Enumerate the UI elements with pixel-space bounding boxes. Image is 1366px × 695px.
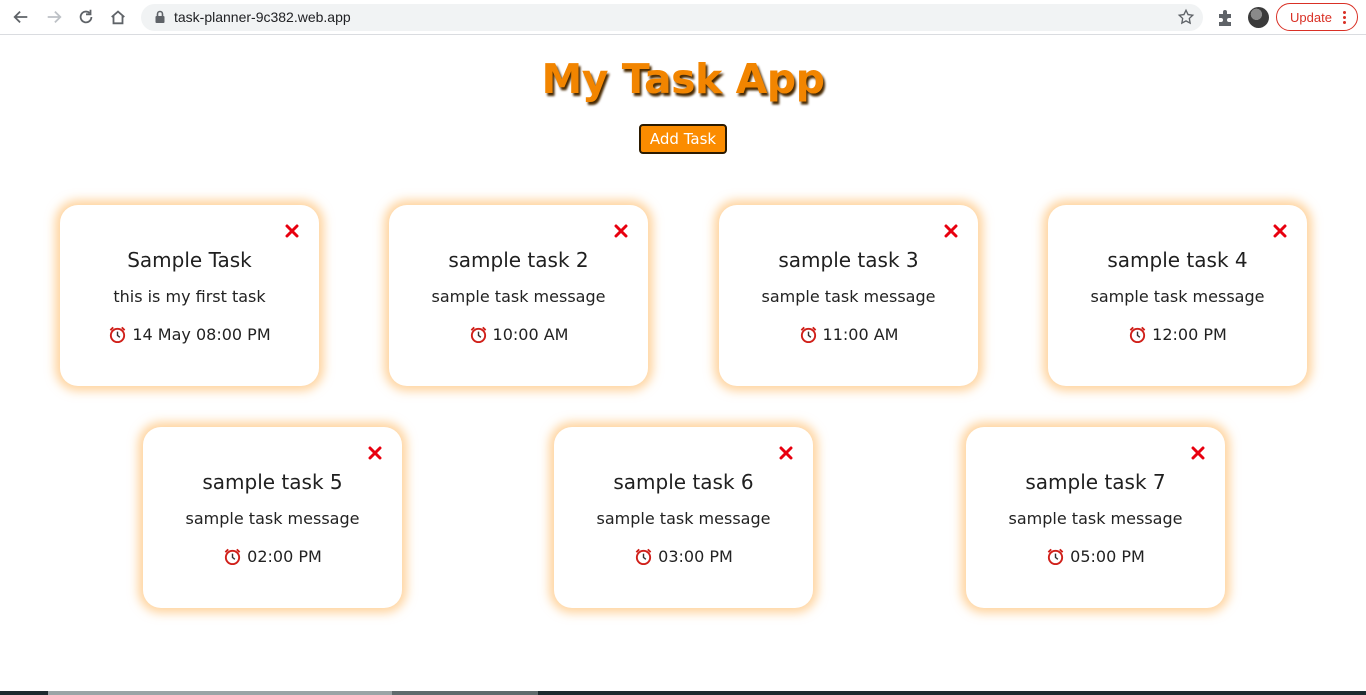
task-message: sample task message <box>761 287 936 306</box>
taskbar-segment <box>48 691 392 695</box>
close-x-icon[interactable] <box>779 446 793 460</box>
address-bar[interactable]: task-planner-9c382.web.app <box>141 4 1203 31</box>
task-time-label: 12:00 PM <box>1152 325 1227 344</box>
add-task-button[interactable]: Add Task <box>639 124 727 154</box>
close-x-icon[interactable] <box>614 224 628 238</box>
close-x-icon[interactable] <box>285 224 299 238</box>
task-time-label: 10:00 AM <box>492 325 569 344</box>
update-button[interactable]: Update <box>1276 3 1358 31</box>
close-x-icon[interactable] <box>1191 446 1205 460</box>
task-card: sample task 7 sample task message 05:00 … <box>966 427 1225 608</box>
task-title: sample task 7 <box>1025 470 1166 494</box>
task-message: sample task message <box>596 509 771 528</box>
task-title: Sample Task <box>127 248 252 272</box>
task-card: sample task 5 sample task message 02:00 … <box>143 427 402 608</box>
back-button[interactable] <box>8 4 34 30</box>
task-time: 03:00 PM <box>554 547 813 566</box>
task-message: sample task message <box>1008 509 1183 528</box>
home-icon <box>111 10 125 25</box>
task-time-label: 02:00 PM <box>247 547 322 566</box>
forward-button[interactable] <box>41 4 67 30</box>
page-title: My Task App <box>541 55 825 103</box>
alarm-clock-icon <box>110 326 126 344</box>
task-card: Sample Task this is my first task 14 May… <box>60 205 319 386</box>
task-title: sample task 2 <box>448 248 589 272</box>
task-card: sample task 6 sample task message 03:00 … <box>554 427 813 608</box>
task-card: sample task 2 sample task message 10:00 … <box>389 205 648 386</box>
browser-toolbar: task-planner-9c382.web.app Update <box>0 0 1366 35</box>
task-title: sample task 4 <box>1107 248 1248 272</box>
alarm-clock-icon <box>470 326 486 344</box>
home-button[interactable] <box>105 4 131 30</box>
reload-icon <box>79 9 93 24</box>
task-time-label: 05:00 PM <box>1070 547 1145 566</box>
close-x-icon[interactable] <box>368 446 382 460</box>
task-time-label: 14 May 08:00 PM <box>132 325 271 344</box>
alarm-clock-icon <box>800 326 816 344</box>
taskbar-segment <box>392 691 538 695</box>
task-title: sample task 6 <box>613 470 754 494</box>
alarm-clock-icon <box>635 548 652 566</box>
task-time: 14 May 08:00 PM <box>60 325 319 344</box>
task-time: 11:00 AM <box>719 325 978 344</box>
task-card: sample task 4 sample task message 12:00 … <box>1048 205 1307 386</box>
lock-icon[interactable] <box>153 10 167 24</box>
task-message: sample task message <box>1090 287 1265 306</box>
task-message: sample task message <box>185 509 360 528</box>
alarm-clock-icon <box>1129 326 1146 344</box>
task-time: 12:00 PM <box>1048 325 1307 344</box>
task-time: 10:00 AM <box>389 325 648 344</box>
taskbar-edge <box>0 691 1366 695</box>
task-time: 02:00 PM <box>143 547 402 566</box>
alarm-clock-icon <box>1047 548 1064 566</box>
task-title: sample task 3 <box>778 248 919 272</box>
task-title: sample task 5 <box>202 470 343 494</box>
profile-avatar[interactable] <box>1248 7 1269 28</box>
close-x-icon[interactable] <box>944 224 958 238</box>
task-message: sample task message <box>431 287 606 306</box>
task-time-label: 03:00 PM <box>658 547 733 566</box>
arrow-left-icon <box>13 10 28 24</box>
bookmark-star-icon[interactable] <box>1177 8 1195 26</box>
task-time-label: 11:00 AM <box>822 325 899 344</box>
close-x-icon[interactable] <box>1273 224 1287 238</box>
reload-button[interactable] <box>73 4 99 30</box>
alarm-clock-icon <box>224 548 241 566</box>
task-card: sample task 3 sample task message 11:00 … <box>719 205 978 386</box>
update-label: Update <box>1290 9 1332 25</box>
arrow-right-icon <box>47 10 62 24</box>
task-message: this is my first task <box>113 287 266 306</box>
more-menu-icon <box>1343 11 1347 25</box>
extensions-puzzle-icon[interactable] <box>1215 8 1235 28</box>
url-text[interactable]: task-planner-9c382.web.app <box>174 9 351 25</box>
task-time: 05:00 PM <box>966 547 1225 566</box>
